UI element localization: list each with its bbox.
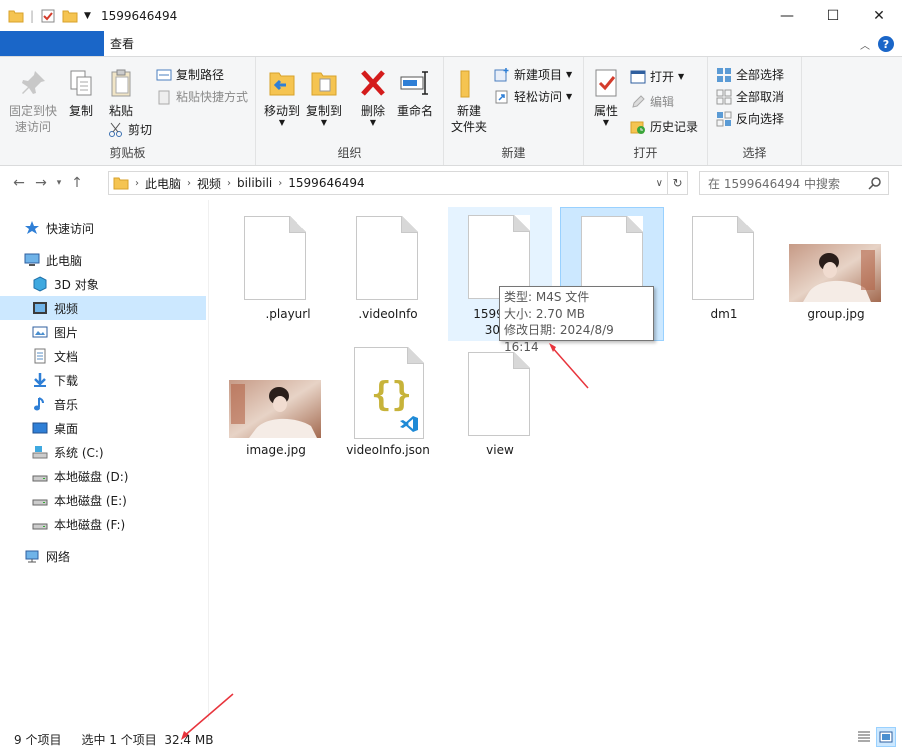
large-icons-view-button[interactable] [876,727,896,747]
status-bar: 9 个项目 选中 1 个项目 32.4 MB [0,728,902,751]
annotation-arrow [550,345,589,389]
file-explorer-window: | ▼ 1599646494 — ☐ ✕ 文件 主页 共享 查看 ︿ ? 固定到… [0,0,902,751]
details-view-icon [858,731,870,742]
item-count: 9 个项目 [14,733,62,747]
view-switcher [854,727,896,747]
selection-info: 选中 1 个项目 32.4 MB [81,733,214,747]
annotation-overlay [181,343,589,740]
details-view-button[interactable] [854,727,874,747]
large-icons-view-icon [879,731,893,743]
